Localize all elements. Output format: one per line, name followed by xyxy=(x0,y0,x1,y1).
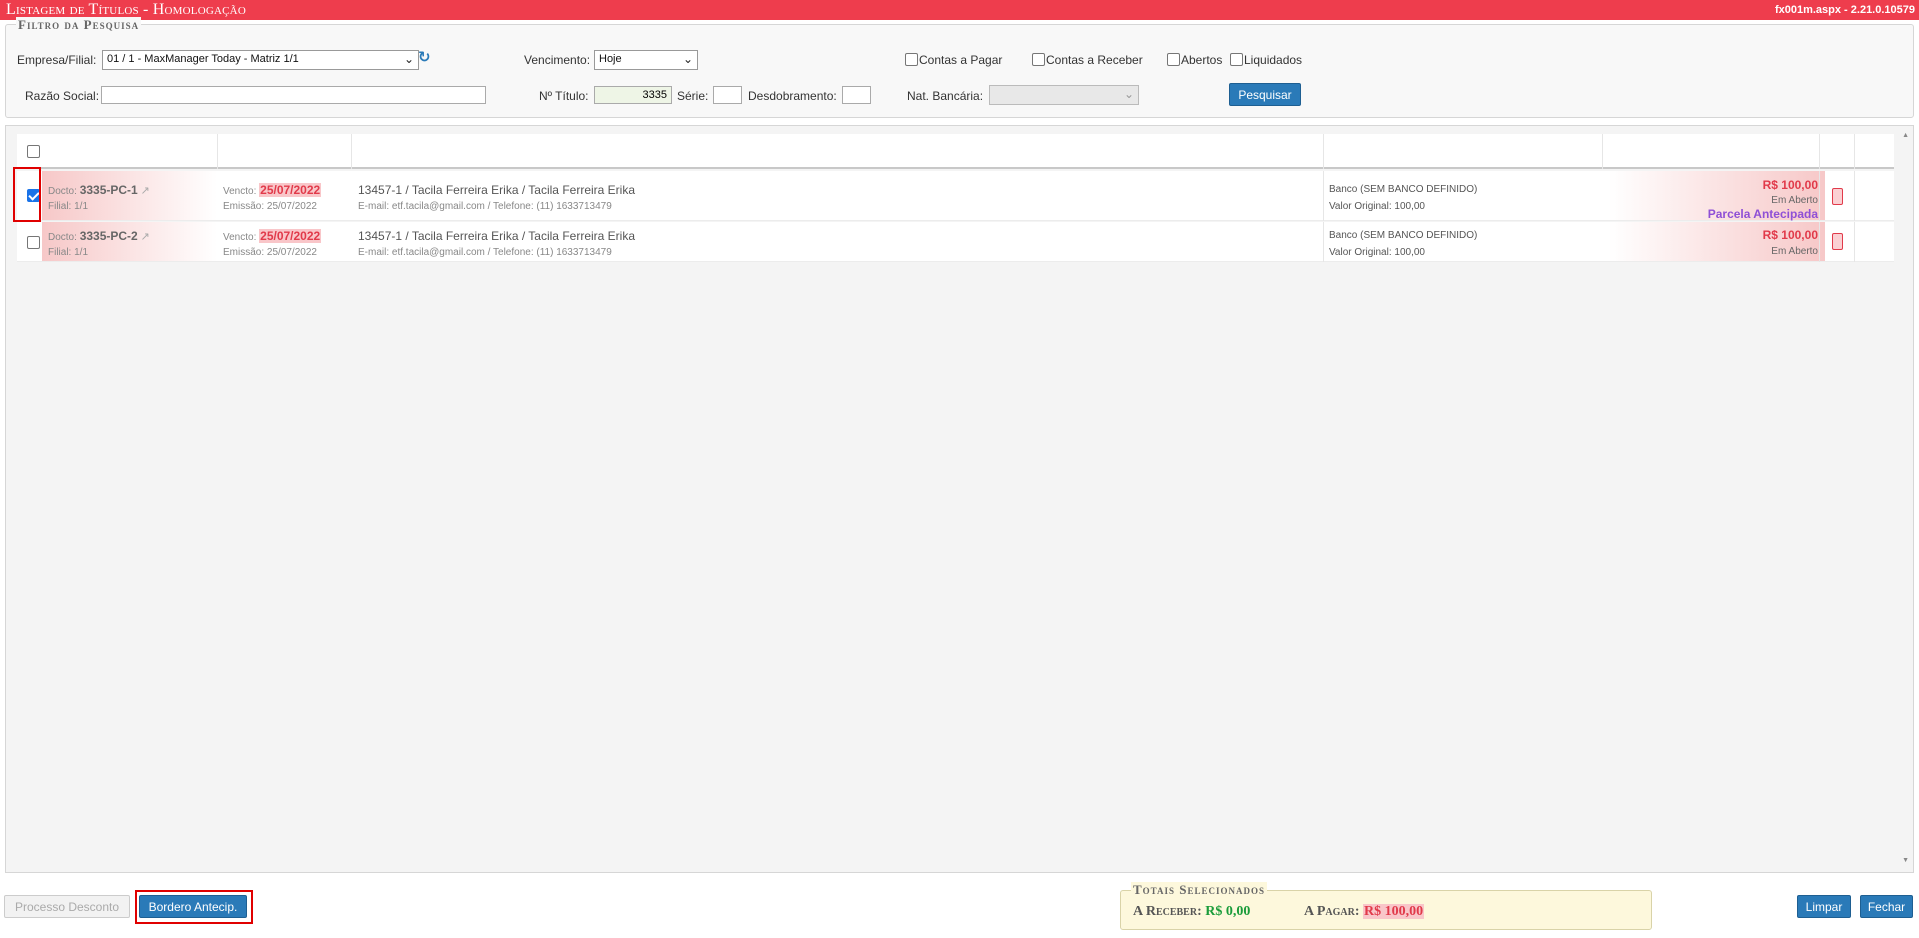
abertos-checkbox[interactable] xyxy=(1167,53,1180,66)
vencimento-label: Vencimento: xyxy=(524,53,591,67)
titulo-label: Nº Título: xyxy=(539,89,589,103)
desdobramento-input[interactable] xyxy=(842,86,871,104)
select-all-checkbox[interactable] xyxy=(27,145,40,158)
contas-pagar-label: Contas a Pagar xyxy=(919,53,1003,67)
empresa-label: Empresa/Filial: xyxy=(17,53,97,67)
results-grid: ▲ ▼ Docto: 3335-PC-1 ↗ Filial: 1/1 Venct… xyxy=(5,125,1914,873)
empresa-select[interactable]: 01 / 1 - MaxManager Today - Matriz 1/1 ⌄ xyxy=(102,50,419,70)
chevron-down-icon: ⌄ xyxy=(682,52,693,66)
a-pagar-group: A Pagar: R$ 100,00 xyxy=(1304,904,1425,919)
a-receber-group: A Receber: R$ 0,00 xyxy=(1133,904,1251,919)
serie-label: Série: xyxy=(677,89,709,103)
vencimento-select[interactable]: Hoje ⌄ xyxy=(594,50,698,70)
a-pagar-value: R$ 100,00 xyxy=(1363,904,1425,919)
razao-social-label: Razão Social: xyxy=(25,89,100,103)
contas-receber-label: Contas a Receber xyxy=(1046,53,1143,67)
contas-receber-checkbox[interactable] xyxy=(1032,53,1045,66)
scroll-up-icon[interactable]: ▲ xyxy=(1902,132,1909,139)
emissao-text: Emissão: 25/07/2022 xyxy=(223,247,317,258)
highlight-box xyxy=(135,890,253,924)
docto-number: 3335-PC-1 xyxy=(79,183,138,197)
table-row[interactable]: Docto: 3335-PC-2 ↗ Filial: 1/1 Vencto: 2… xyxy=(17,222,1894,262)
empresa-select-value: 01 / 1 - MaxManager Today - Matriz 1/1 xyxy=(107,53,299,65)
cliente-text: 13457-1 / Tacila Ferreira Erika / Tacila… xyxy=(358,183,635,197)
chevron-down-icon: ⌄ xyxy=(403,52,414,66)
external-link-icon[interactable]: ↗ xyxy=(141,185,150,197)
valor-original-text: Valor Original: 100,00 xyxy=(1329,201,1425,212)
scroll-down-icon[interactable]: ▼ xyxy=(1902,857,1909,864)
docto-cell: Docto: 3335-PC-2 ↗ xyxy=(48,229,150,243)
nat-bancaria-label: Nat. Bancária: xyxy=(907,89,984,103)
docto-cell: Docto: 3335-PC-1 ↗ xyxy=(48,183,150,197)
pesquisar-button[interactable]: Pesquisar xyxy=(1229,83,1301,106)
title-bar: Listagem de Títulos - Homologação fx001m… xyxy=(0,0,1919,20)
banco-text: Banco (SEM BANCO DEFINIDO) xyxy=(1329,230,1478,241)
razao-social-input[interactable] xyxy=(101,86,486,104)
valor-text: R$ 100,00 xyxy=(1762,178,1818,192)
filial-text: Filial: 1/1 xyxy=(48,247,89,258)
trash-icon[interactable] xyxy=(1832,233,1843,250)
banco-text: Banco (SEM BANCO DEFINIDO) xyxy=(1329,184,1478,195)
contato-text: E-mail: etf.tacila@gmail.com / Telefone:… xyxy=(358,247,612,258)
version-label: fx001m.aspx - 2.21.0.10579 xyxy=(1774,4,1915,16)
processo-desconto-button[interactable]: Processo Desconto xyxy=(4,895,130,918)
valor-original-text: Valor Original: 100,00 xyxy=(1329,247,1425,258)
docto-number: 3335-PC-2 xyxy=(79,229,138,243)
fechar-button[interactable]: Fechar xyxy=(1860,895,1913,918)
a-receber-value: R$ 0,00 xyxy=(1205,904,1251,919)
valor-text: R$ 100,00 xyxy=(1762,228,1818,242)
contas-pagar-checkbox[interactable] xyxy=(905,53,918,66)
vencimento-select-value: Hoje xyxy=(599,53,622,65)
cliente-text: 13457-1 / Tacila Ferreira Erika / Tacila… xyxy=(358,229,635,243)
highlight-box xyxy=(13,167,41,222)
titulo-input[interactable] xyxy=(594,86,672,104)
chevron-down-icon: ⌄ xyxy=(1123,87,1134,101)
status-badge: Em Aberto xyxy=(1771,246,1818,257)
parcela-antecipada-label: Parcela Antecipada xyxy=(1707,207,1818,221)
totals-panel: Totais Selecionados A Receber: R$ 0,00 A… xyxy=(1120,882,1652,930)
filter-legend: Filtro da Pesquisa xyxy=(16,17,142,33)
vencto-cell: Vencto: 25/07/2022 xyxy=(223,229,322,243)
table-row[interactable]: Docto: 3335-PC-1 ↗ Filial: 1/1 Vencto: 2… xyxy=(17,171,1894,221)
grid-header xyxy=(17,134,1894,169)
emissao-text: Emissão: 25/07/2022 xyxy=(223,201,317,212)
liquidados-checkbox[interactable] xyxy=(1230,53,1243,66)
liquidados-label: Liquidados xyxy=(1244,53,1303,67)
contato-text: E-mail: etf.tacila@gmail.com / Telefone:… xyxy=(358,201,612,212)
vencto-cell: Vencto: 25/07/2022 xyxy=(223,183,322,197)
limpar-button[interactable]: Limpar xyxy=(1797,895,1851,918)
trash-icon[interactable] xyxy=(1832,188,1843,205)
vencto-date: 25/07/2022 xyxy=(259,183,322,197)
row-checkbox[interactable] xyxy=(27,236,40,249)
refresh-icon[interactable]: ↻ xyxy=(418,48,431,66)
abertos-label: Abertos xyxy=(1181,53,1223,67)
status-badge: Em Aberto xyxy=(1771,195,1818,206)
external-link-icon[interactable]: ↗ xyxy=(141,231,150,243)
serie-input[interactable] xyxy=(713,86,742,104)
desdobramento-label: Desdobramento: xyxy=(748,89,837,103)
filial-text: Filial: 1/1 xyxy=(48,201,89,212)
nat-bancaria-select[interactable]: ⌄ xyxy=(989,85,1139,105)
totals-legend: Totais Selecionados xyxy=(1131,882,1268,898)
filter-panel: Filtro da Pesquisa Empresa/Filial: 01 / … xyxy=(5,17,1914,118)
vencto-date: 25/07/2022 xyxy=(259,229,322,243)
